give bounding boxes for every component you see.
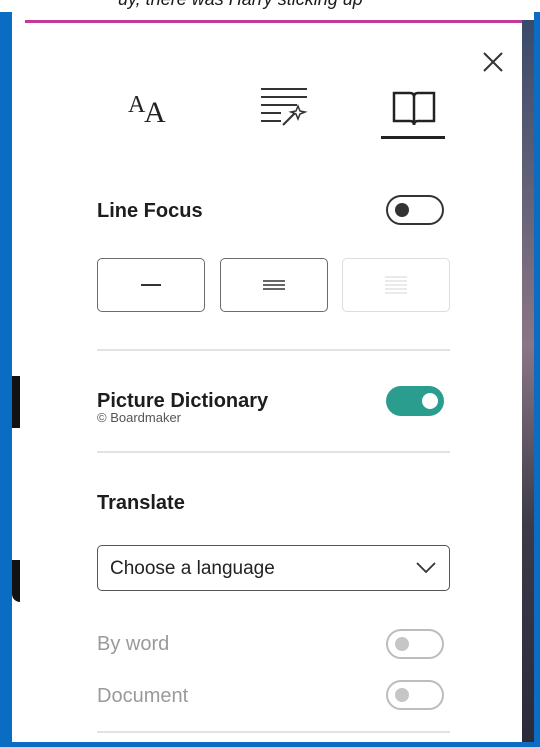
tab-grammar-options[interactable] xyxy=(253,78,313,140)
close-button[interactable] xyxy=(478,47,508,77)
selected-tab-indicator xyxy=(381,136,445,139)
five-lines-icon xyxy=(385,276,407,294)
section-divider xyxy=(97,349,450,351)
chevron-down-icon xyxy=(416,562,436,574)
svg-text:A: A xyxy=(144,96,166,129)
section-divider xyxy=(97,731,450,733)
document-label: Document xyxy=(97,685,189,707)
document-title-strip: uy, there was Harry sticking up xyxy=(0,0,540,12)
toggle-knob xyxy=(395,637,409,651)
book-icon xyxy=(392,90,436,126)
language-select[interactable]: Choose a language xyxy=(97,545,450,591)
reader-frame: A A Line Focus Picture Dictionary © Boar… xyxy=(12,12,534,742)
background-image-strip xyxy=(522,20,534,742)
line-focus-five-lines-button[interactable] xyxy=(342,258,450,312)
document-title-fragment: uy, there was Harry sticking up xyxy=(118,0,363,10)
by-word-toggle[interactable] xyxy=(386,629,444,659)
line-focus-label: Line Focus xyxy=(97,200,203,222)
line-focus-toggle[interactable] xyxy=(386,195,444,225)
background-text-glyph xyxy=(12,560,20,602)
close-icon xyxy=(483,52,503,72)
picture-dictionary-toggle[interactable] xyxy=(386,386,444,416)
language-select-value: Choose a language xyxy=(110,558,275,579)
translate-label: Translate xyxy=(97,492,185,514)
by-word-label: By word xyxy=(97,633,170,655)
tab-reading-preferences[interactable] xyxy=(381,78,447,140)
grammar-wand-icon xyxy=(261,88,308,126)
one-line-icon xyxy=(141,284,161,286)
tab-text-options[interactable]: A A xyxy=(120,78,178,140)
text-size-icon: A A xyxy=(128,92,166,129)
line-focus-three-lines-button[interactable] xyxy=(220,258,328,312)
toggle-knob xyxy=(395,688,409,702)
three-lines-icon xyxy=(263,280,285,290)
background-text-glyph xyxy=(12,376,20,428)
reading-preferences-panel: A A Line Focus Picture Dictionary © Boar… xyxy=(25,20,522,742)
toggle-knob xyxy=(395,203,409,217)
line-focus-one-line-button[interactable] xyxy=(97,258,205,312)
section-divider xyxy=(97,451,450,453)
document-toggle[interactable] xyxy=(386,680,444,710)
picture-dictionary-credit: © Boardmaker xyxy=(97,410,181,425)
toggle-knob xyxy=(422,393,438,409)
